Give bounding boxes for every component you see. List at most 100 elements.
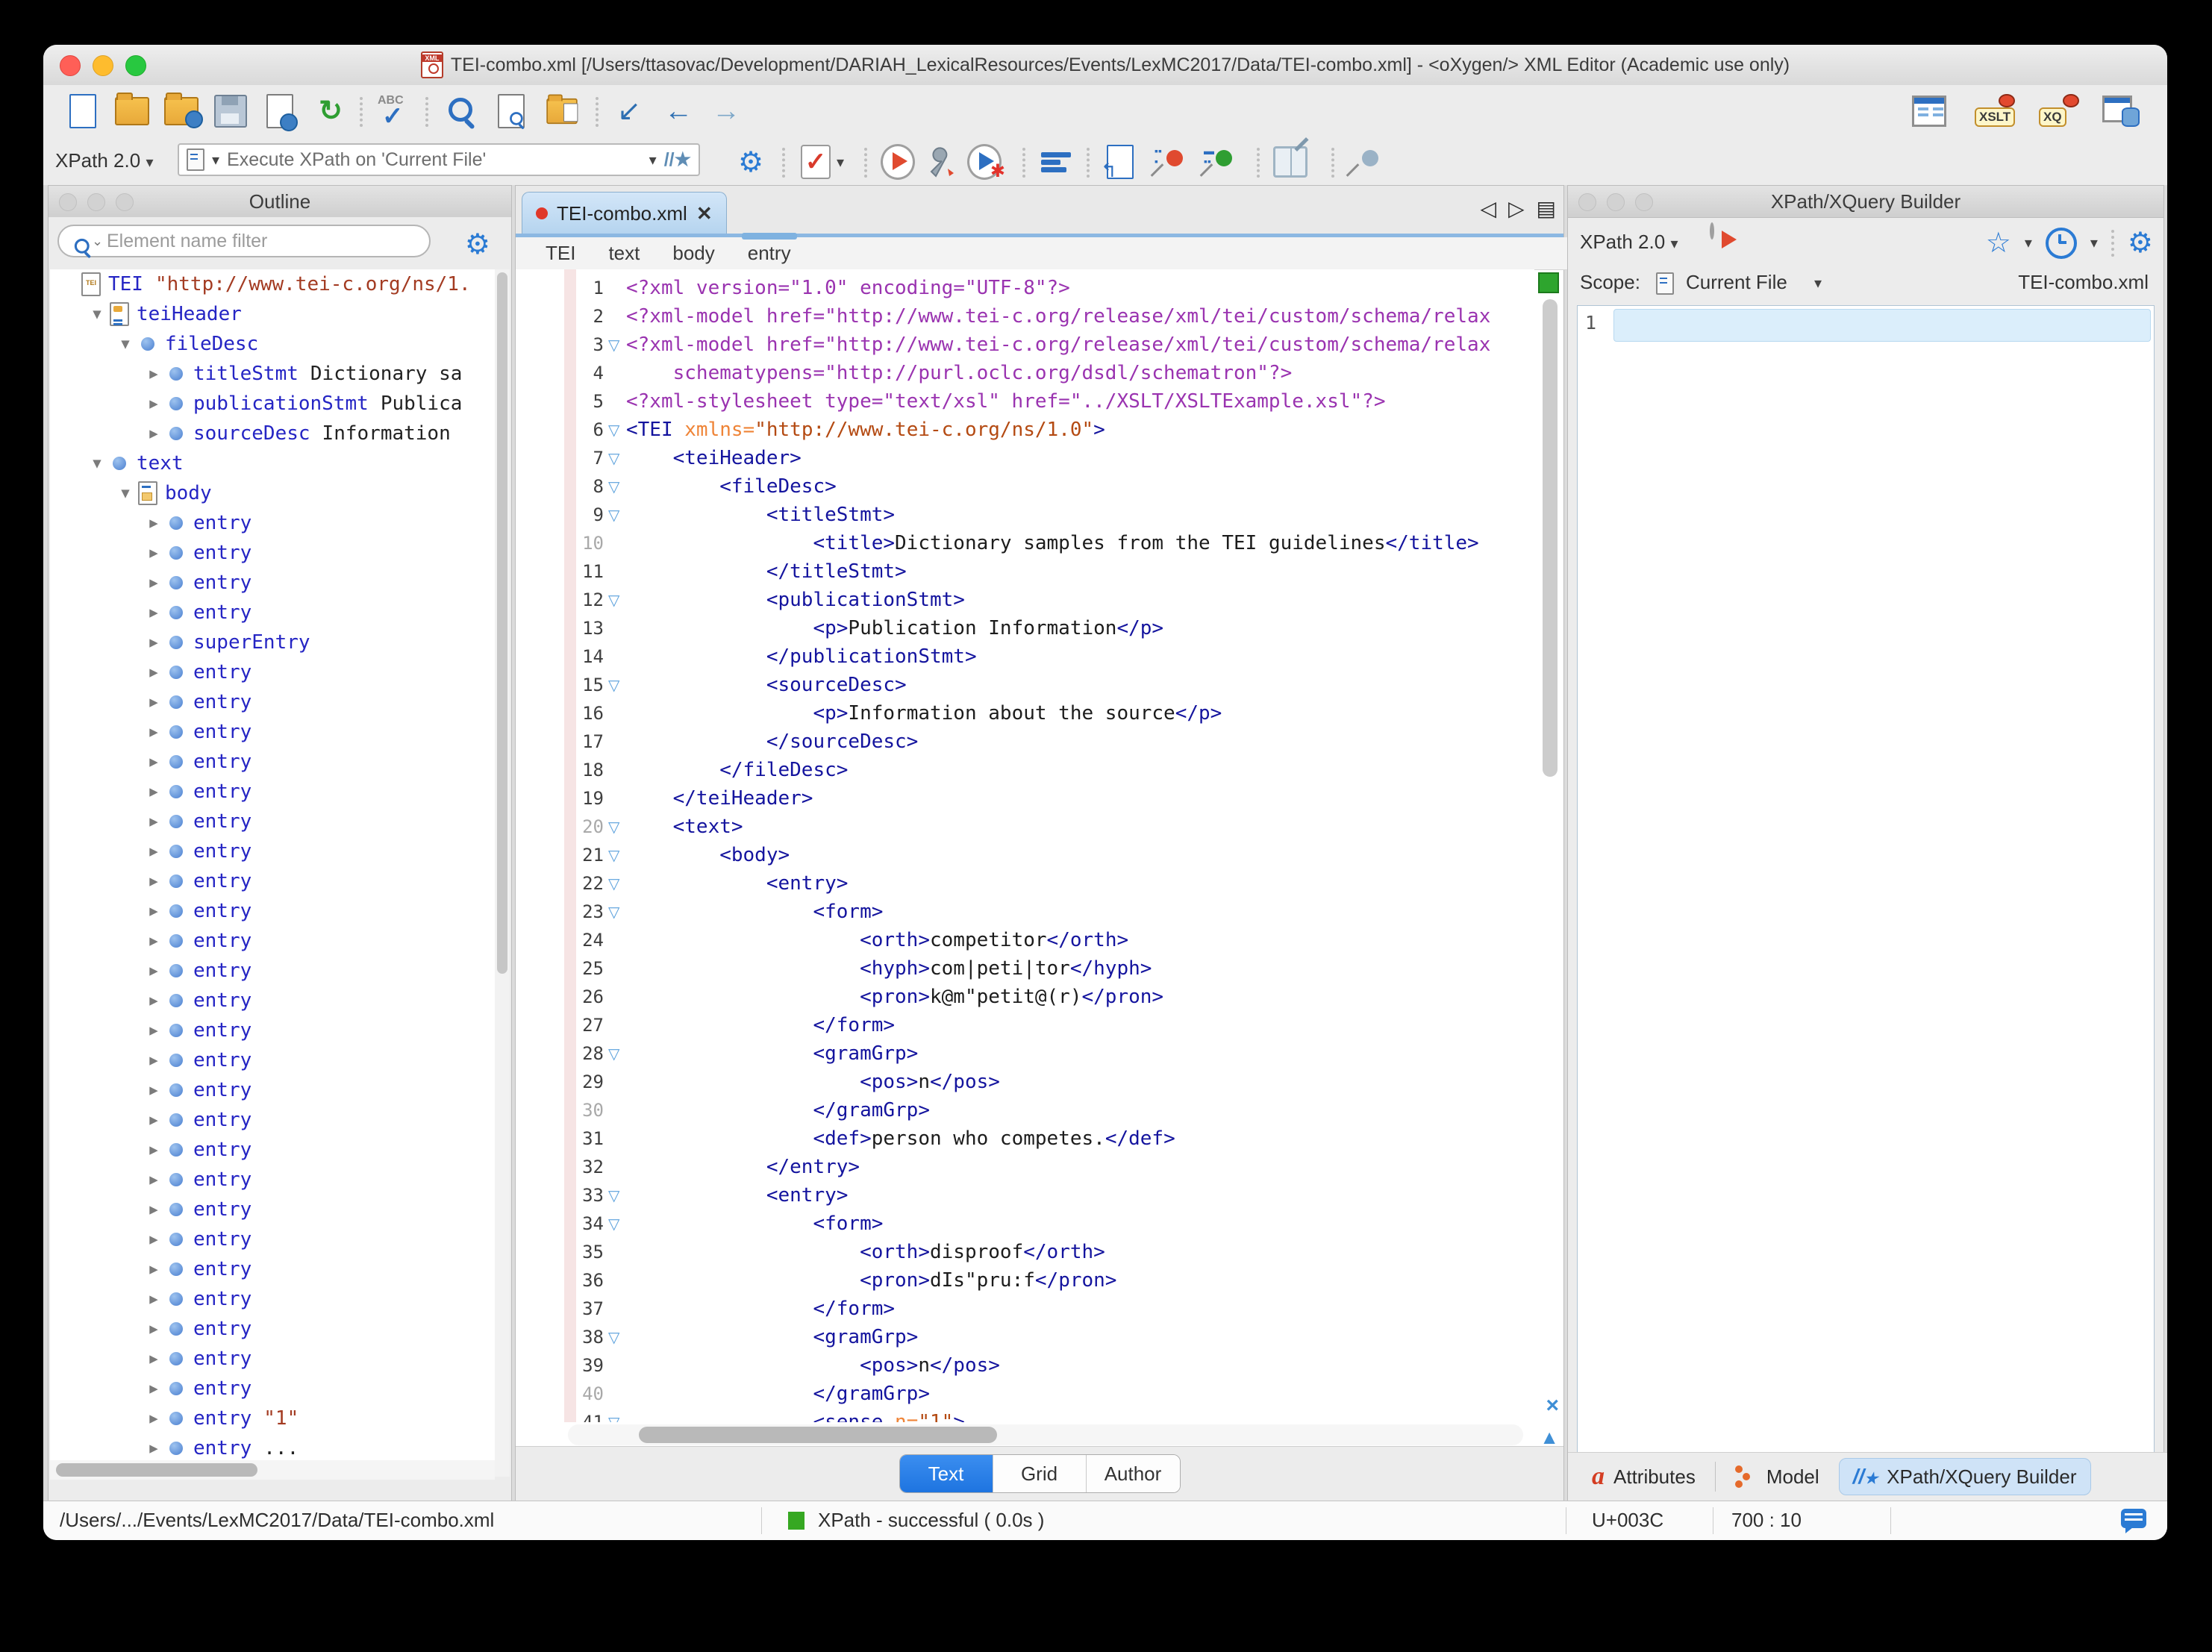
fold-marker-icon[interactable]: ▽ — [608, 676, 626, 695]
outline-item-entry[interactable]: ▶entry — [50, 598, 495, 628]
code-line-29[interactable]: 29 <pos>n</pos> — [516, 1068, 1534, 1096]
associate-schema-button[interactable]: ▪▪▪ — [1152, 145, 1187, 179]
expander-collapsed-icon[interactable]: ▶ — [143, 1171, 165, 1188]
expander-collapsed-icon[interactable]: ▶ — [143, 963, 165, 979]
configure-transformation-button[interactable] — [924, 145, 958, 179]
code-line-24[interactable]: 24 <orth>competitor</orth> — [516, 926, 1534, 954]
expander-collapsed-icon[interactable]: ▶ — [143, 933, 165, 949]
tab-model[interactable]: Model — [1722, 1459, 1833, 1495]
last-modification-button[interactable]: ↙ — [612, 94, 646, 128]
forward-button[interactable]: → — [709, 94, 743, 128]
outline-item-entry[interactable]: ▶entry — [50, 1165, 495, 1195]
expander-collapsed-icon[interactable]: ▶ — [143, 1231, 165, 1248]
outline-item-entry[interactable]: ▶entry"1" — [50, 1404, 495, 1433]
expander-collapsed-icon[interactable]: ▶ — [143, 843, 165, 860]
editor-layout-button[interactable] — [1912, 94, 1946, 128]
editor-horizontal-scrollbar[interactable] — [568, 1424, 1523, 1445]
outline-item-entry[interactable]: ▶entry — [50, 687, 495, 717]
code-line-4[interactable]: 4 schematypens="http://purl.oclc.org/dsd… — [516, 359, 1534, 387]
favorites-star-button[interactable]: ☆ — [1986, 226, 2011, 260]
expander-collapsed-icon[interactable]: ▶ — [143, 903, 165, 919]
code-line-10[interactable]: 10 <title>Dictionary samples from the TE… — [516, 529, 1534, 557]
fold-marker-icon[interactable]: ▽ — [608, 875, 626, 893]
outline-item-entry[interactable]: ▶entry — [50, 807, 495, 836]
code-line-34[interactable]: 34▽ <form> — [516, 1210, 1534, 1238]
code-line-36[interactable]: 36 <pron>dIs"pru:f</pron> — [516, 1266, 1534, 1295]
outline-item-titleStmt[interactable]: ▶titleStmtDictionary sa — [50, 359, 495, 389]
code-line-38[interactable]: 38▽ <gramGrp> — [516, 1323, 1534, 1351]
fold-marker-icon[interactable]: ▽ — [608, 1215, 626, 1233]
view-tab-grid[interactable]: Grid — [993, 1455, 1087, 1492]
code-line-2[interactable]: 2<?xml-model href="http://www.tei-c.org/… — [516, 302, 1534, 331]
find-in-files-button[interactable] — [494, 94, 528, 128]
fold-marker-icon[interactable]: ▽ — [608, 1045, 626, 1063]
fold-marker-icon[interactable]: ▽ — [608, 903, 626, 922]
code-line-6[interactable]: 6▽<TEI xmlns="http://www.tei-c.org/ns/1.… — [516, 416, 1534, 444]
find-replace-button[interactable] — [445, 94, 479, 128]
code-line-31[interactable]: 31 <def>person who competes.</def> — [516, 1124, 1534, 1153]
view-tab-author[interactable]: Author — [1087, 1455, 1180, 1492]
validate-dropdown[interactable]: ▾ — [833, 145, 848, 179]
find-resource-button[interactable] — [545, 94, 579, 128]
format-indent-button[interactable]: ↰ — [1103, 145, 1137, 179]
pin-list-button[interactable]: ▬▪▪ — [1202, 145, 1236, 179]
code-line-32[interactable]: 32 </entry> — [516, 1153, 1534, 1181]
expander-expanded-icon[interactable]: ▼ — [114, 485, 137, 501]
code-line-30[interactable]: 30 </gramGrp> — [516, 1096, 1534, 1124]
next-editor-button[interactable]: ▷ — [1508, 196, 1525, 221]
expander-collapsed-icon[interactable]: ▶ — [143, 634, 165, 651]
code-line-5[interactable]: 5<?xml-stylesheet type="text/xsl" href="… — [516, 387, 1534, 416]
scope-select[interactable]: Current File — [1686, 271, 1787, 294]
expander-collapsed-icon[interactable]: ▶ — [143, 1321, 165, 1337]
builder-settings-button[interactable]: ⚙ — [2128, 226, 2153, 260]
expander-collapsed-icon[interactable]: ▶ — [143, 1410, 165, 1427]
code-line-19[interactable]: 19 </teiHeader> — [516, 784, 1534, 813]
expander-collapsed-icon[interactable]: ▶ — [143, 664, 165, 680]
outline-item-entry[interactable]: ▶entry — [50, 1135, 495, 1165]
fold-marker-icon[interactable]: ▽ — [608, 846, 626, 865]
expander-collapsed-icon[interactable]: ▶ — [143, 395, 165, 412]
expander-collapsed-icon[interactable]: ▶ — [143, 1082, 165, 1098]
open-file-button[interactable] — [115, 94, 149, 128]
spell-check-button[interactable]: ABC✓ — [376, 94, 410, 128]
outline-item-entry[interactable]: ▶entry — [50, 747, 495, 777]
outline-item-entry[interactable]: ▶entry — [50, 1224, 495, 1254]
expander-collapsed-icon[interactable]: ▶ — [143, 1052, 165, 1069]
expander-collapsed-icon[interactable]: ▶ — [143, 425, 165, 442]
outline-item-entry[interactable]: ▶entry — [50, 1045, 495, 1075]
outline-vertical-scrollbar[interactable] — [495, 269, 510, 1477]
breadcrumb-body[interactable]: body — [672, 242, 714, 265]
code-line-26[interactable]: 26 <pron>k@m"petit@(r)</pron> — [516, 983, 1534, 1011]
outline-item-entry[interactable]: ▶entry — [50, 1105, 495, 1135]
code-line-15[interactable]: 15▽ <sourceDesc> — [516, 671, 1534, 699]
code-line-35[interactable]: 35 <orth>disproof</orth> — [516, 1238, 1534, 1266]
indent-icon-button[interactable] — [1039, 145, 1073, 179]
fold-marker-icon[interactable]: ▽ — [608, 1328, 626, 1347]
outline-item-fileDesc[interactable]: ▼fileDesc — [50, 329, 495, 359]
outline-item-teiHeader[interactable]: ▼teiHeader — [50, 299, 495, 329]
expander-expanded-icon[interactable]: ▼ — [114, 336, 137, 352]
outline-settings-button[interactable]: ⚙ — [465, 228, 490, 261]
outline-item-entry[interactable]: ▶entry — [50, 1195, 495, 1224]
tab-tei-combo[interactable]: TEI-combo.xml ✕ — [522, 192, 727, 234]
outline-item-entry[interactable]: ▶entry — [50, 896, 495, 926]
expander-collapsed-icon[interactable]: ▶ — [143, 873, 165, 889]
expander-collapsed-icon[interactable]: ▶ — [143, 1351, 165, 1367]
code-line-27[interactable]: 27 </form> — [516, 1011, 1534, 1039]
expander-collapsed-icon[interactable]: ▶ — [143, 1142, 165, 1158]
outline-item-entry[interactable]: ▶entry — [50, 657, 495, 687]
code-line-23[interactable]: 23▽ <form> — [516, 898, 1534, 926]
outline-item-publicationStmt[interactable]: ▶publicationStmtPublica — [50, 389, 495, 419]
view-tab-text[interactable]: Text — [900, 1455, 993, 1492]
outline-item-entry[interactable]: ▶entry — [50, 1374, 495, 1404]
outline-item-text[interactable]: ▼text — [50, 448, 495, 478]
expander-expanded-icon[interactable]: ▼ — [86, 455, 108, 472]
code-line-9[interactable]: 9▽ <titleStmt> — [516, 501, 1534, 529]
builder-engine-select[interactable]: XPath 2.0 ▾ — [1580, 231, 1678, 254]
prev-editor-button[interactable]: ◁ — [1480, 196, 1496, 221]
outline-item-sourceDesc[interactable]: ▶sourceDescInformation — [50, 419, 495, 448]
code-line-11[interactable]: 11 </titleStmt> — [516, 557, 1534, 586]
xpath-expression-editor[interactable]: 1 — [1577, 305, 2155, 1454]
outline-item-entry[interactable]: ▶entry — [50, 1344, 495, 1374]
clear-highlights-button[interactable]: × — [1546, 1393, 1559, 1418]
